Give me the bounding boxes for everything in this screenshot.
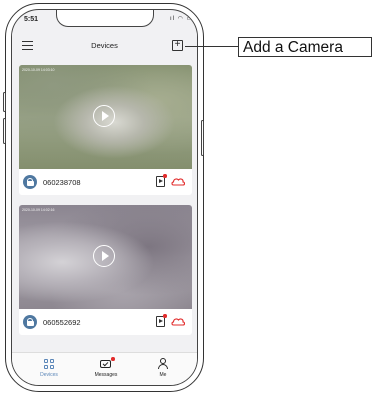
- device-card: 2020-10-09 14:02:16 060552692: [19, 205, 192, 335]
- play-icon[interactable]: [93, 245, 115, 267]
- notification-dot: [111, 357, 115, 361]
- notification-dot: [163, 314, 167, 318]
- lock-icon: [23, 315, 37, 329]
- app-header: Devices +: [12, 32, 197, 58]
- callout-line: [185, 46, 238, 47]
- phone-screen: 5:51 ıl ◠ ▭ Devices + 2020-10-09 14:03:1…: [11, 9, 198, 386]
- cloud-icon[interactable]: [171, 177, 185, 186]
- status-time: 5:51: [24, 16, 39, 23]
- device-card: 2020-10-09 14:03:10 060238708: [19, 65, 192, 195]
- tab-label: Messages: [94, 372, 118, 378]
- video-timestamp: 2020-10-09 14:02:16: [22, 208, 55, 212]
- lock-icon: [23, 175, 37, 189]
- notch: [56, 10, 154, 27]
- bottom-tab-bar: Devices Messages Me: [12, 352, 197, 385]
- status-icons: ıl ◠ ▭: [170, 16, 194, 22]
- side-button: [201, 120, 204, 156]
- tab-label: Devices: [40, 372, 58, 378]
- device-id: 060238708: [43, 178, 81, 187]
- callout-label: Add a Camera: [243, 39, 343, 56]
- video-preview[interactable]: 2020-10-09 14:03:10: [19, 65, 192, 169]
- cloud-icon[interactable]: [171, 317, 185, 326]
- envelope-icon: [100, 360, 111, 368]
- playback-icon[interactable]: [156, 316, 165, 327]
- notification-dot: [163, 174, 167, 178]
- video-preview[interactable]: 2020-10-09 14:02:16: [19, 205, 192, 309]
- page-title: Devices: [91, 41, 118, 50]
- side-button: [3, 118, 6, 144]
- device-id: 060552692: [43, 318, 81, 327]
- grid-icon: [44, 359, 54, 369]
- tab-label: Me: [159, 372, 167, 378]
- person-icon: [158, 358, 168, 369]
- playback-icon[interactable]: [156, 176, 165, 187]
- device-footer: 060552692: [19, 309, 192, 335]
- add-camera-button[interactable]: +: [172, 40, 183, 51]
- play-icon[interactable]: [93, 105, 115, 127]
- video-timestamp: 2020-10-09 14:03:10: [22, 68, 55, 72]
- callout-box: Add a Camera: [238, 37, 372, 57]
- device-footer: 060238708: [19, 169, 192, 195]
- side-button: [3, 92, 6, 112]
